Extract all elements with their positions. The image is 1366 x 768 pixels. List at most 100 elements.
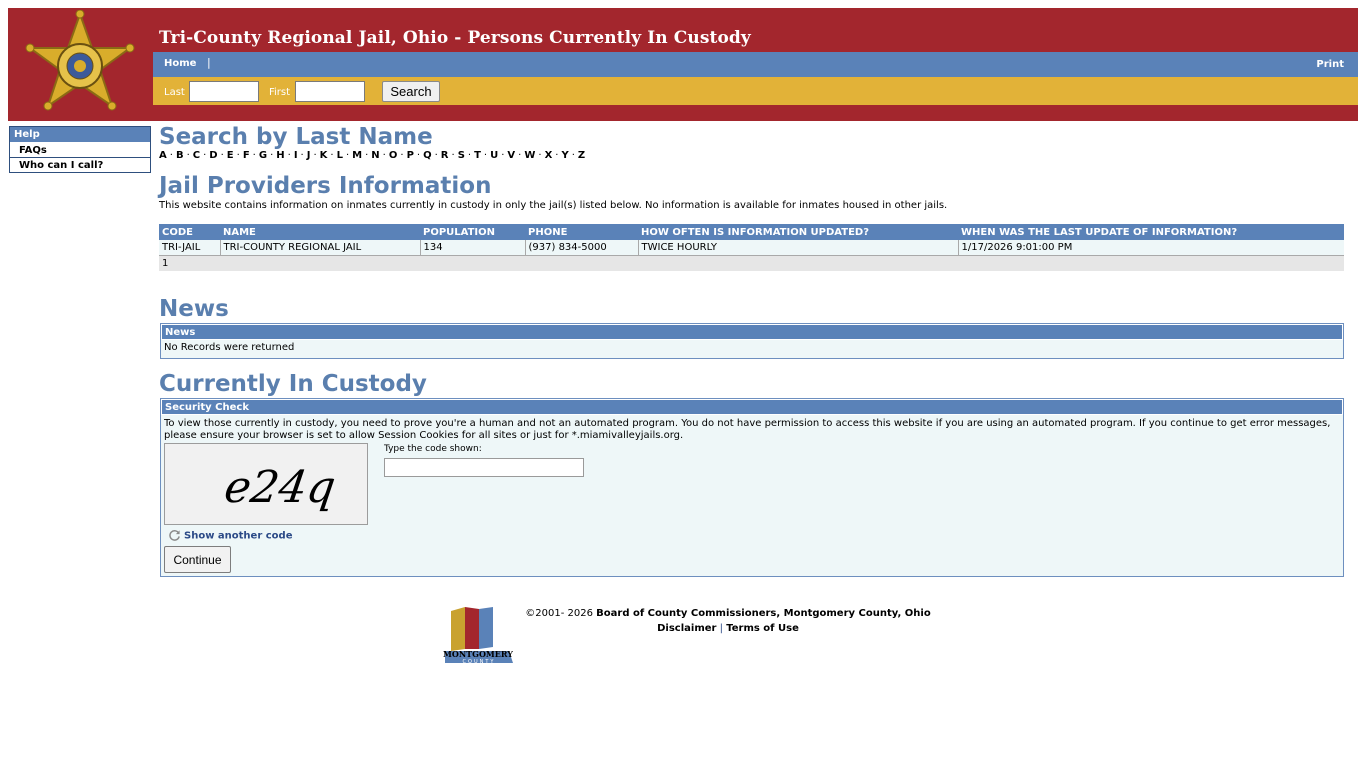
pager-page-number[interactable]: 1 <box>159 255 1344 271</box>
alphabet-link-d[interactable]: D <box>209 150 217 161</box>
alphabet-separator: · <box>220 150 224 161</box>
security-check-text: To view those currently in custody, you … <box>164 418 1331 441</box>
footer: ©2001- 2026 Board of County Commissioner… <box>518 606 938 636</box>
news-box: News No Records were returned <box>160 323 1344 359</box>
alphabet-separator: · <box>203 150 207 161</box>
table-row: TRI-JAIL TRI-COUNTY REGIONAL JAIL 134 (9… <box>159 240 1344 256</box>
table-cell: 1/17/2026 9:01:00 PM <box>958 240 1344 256</box>
montgomery-county-logo: MONTGOMERY COUNTY <box>443 607 513 665</box>
alphabet-link-u[interactable]: U <box>490 150 498 161</box>
first-name-input[interactable] <box>295 81 365 102</box>
captcha-image: e24q <box>164 443 368 525</box>
sidebar-item-faqs[interactable]: FAQs <box>10 142 150 157</box>
news-box-header: News <box>161 324 1343 340</box>
alphabet-link-m[interactable]: M <box>352 150 362 161</box>
show-another-code-label: Show another code <box>184 530 293 542</box>
table-cell: TRI-JAIL <box>159 240 221 256</box>
currently-in-custody-heading: Currently In Custody <box>159 371 427 397</box>
alphabet-index: A · B · C · D · E · F · G · H · I · J · K · L · M · N · O · P · Q · R · S · T ·… <box>159 150 585 161</box>
alphabet-separator: · <box>382 150 386 161</box>
jail-providers-heading: Jail Providers Information <box>159 173 492 199</box>
last-name-label: Last <box>164 87 185 98</box>
alphabet-link-z[interactable]: Z <box>578 150 585 161</box>
column-header: PHONE <box>525 224 638 240</box>
copyright-text: ©2001- 2026 <box>525 608 593 619</box>
table-pager-row: 1 <box>159 255 1344 271</box>
alphabet-link-f[interactable]: F <box>243 150 250 161</box>
terms-of-use-link[interactable]: Terms of Use <box>726 623 799 634</box>
column-header: NAME <box>220 224 420 240</box>
show-another-code-link[interactable]: Show another code <box>168 529 292 542</box>
alphabet-link-p[interactable]: P <box>407 150 414 161</box>
footer-separator: | <box>719 623 724 634</box>
alphabet-link-c[interactable]: C <box>193 150 200 161</box>
alphabet-link-b[interactable]: B <box>176 150 184 161</box>
site-header: Tri-County Regional Jail, Ohio - Persons… <box>8 8 1358 121</box>
alphabet-separator: · <box>571 150 575 161</box>
providers-description: This website contains information on inm… <box>159 200 948 211</box>
alphabet-link-r[interactable]: R <box>441 150 449 161</box>
alphabet-link-v[interactable]: V <box>507 150 515 161</box>
alphabet-separator: · <box>186 150 190 161</box>
alphabet-separator: · <box>313 150 317 161</box>
help-sidebar: Help FAQs Who can I call? <box>9 126 151 173</box>
alphabet-separator: · <box>416 150 421 161</box>
alphabet-separator: · <box>169 150 173 161</box>
alphabet-link-q[interactable]: Q <box>423 150 432 161</box>
alphabet-link-h[interactable]: H <box>276 150 284 161</box>
disclaimer-link[interactable]: Disclaimer <box>657 623 716 634</box>
alphabet-separator: · <box>345 150 350 161</box>
alphabet-link-n[interactable]: N <box>371 150 379 161</box>
alphabet-separator: · <box>518 150 522 161</box>
captcha-code-text: e24q <box>221 462 338 513</box>
security-check-header: Security Check <box>161 399 1343 415</box>
sidebar-heading: Help <box>10 127 150 142</box>
continue-button[interactable]: Continue <box>164 546 231 573</box>
alphabet-separator: · <box>365 150 369 161</box>
nav-separator: | <box>207 56 211 69</box>
alphabet-separator: · <box>236 150 240 161</box>
alphabet-separator: · <box>451 150 455 161</box>
captcha-input[interactable] <box>384 458 584 477</box>
alphabet-separator: · <box>434 150 438 161</box>
alphabet-link-y[interactable]: Y <box>561 150 568 161</box>
providers-table: CODE NAME POPULATION PHONE HOW OFTEN IS … <box>159 224 1344 271</box>
alphabet-link-i[interactable]: I <box>294 150 298 161</box>
logo-subtext: COUNTY <box>463 659 496 665</box>
alphabet-separator: · <box>300 150 304 161</box>
table-header-row: CODE NAME POPULATION PHONE HOW OFTEN IS … <box>159 224 1344 240</box>
captcha-input-label: Type the code shown: <box>384 444 482 454</box>
alphabet-separator: · <box>252 150 256 161</box>
table-cell: (937) 834-5000 <box>525 240 639 256</box>
alphabet-separator: · <box>538 150 542 161</box>
column-header: WHEN WAS THE LAST UPDATE OF INFORMATION? <box>958 224 1344 240</box>
alphabet-link-s[interactable]: S <box>458 150 465 161</box>
alphabet-link-w[interactable]: W <box>524 150 535 161</box>
refresh-icon <box>169 530 180 541</box>
column-header: HOW OFTEN IS INFORMATION UPDATED? <box>638 224 958 240</box>
table-cell: 134 <box>420 240 526 256</box>
first-name-label: First <box>269 87 291 98</box>
table-cell: TRI-COUNTY REGIONAL JAIL <box>220 240 421 256</box>
footer-owner: Board of County Commissioners, Montgomer… <box>596 608 931 619</box>
search-bar: Last First Search <box>153 77 1358 105</box>
logo-wordmark: MONTGOMERY <box>443 649 513 659</box>
alphabet-separator: · <box>467 150 472 161</box>
page-title: Tri-County Regional Jail, Ohio - Persons… <box>159 28 751 48</box>
home-link[interactable]: Home <box>164 58 196 69</box>
alphabet-link-g[interactable]: G <box>259 150 267 161</box>
alphabet-link-l[interactable]: L <box>337 150 343 161</box>
table-cell: TWICE HOURLY <box>638 240 959 256</box>
search-button[interactable]: Search <box>382 81 440 102</box>
last-name-input[interactable] <box>189 81 259 102</box>
alphabet-link-e[interactable]: E <box>227 150 234 161</box>
alphabet-link-a[interactable]: A <box>159 150 167 161</box>
alphabet-link-t[interactable]: T <box>474 150 481 161</box>
alphabet-separator: · <box>483 150 488 161</box>
news-empty-text: No Records were returned <box>164 342 295 353</box>
news-heading: News <box>159 296 229 322</box>
sidebar-item-who-can-i-call[interactable]: Who can I call? <box>10 157 150 172</box>
print-link[interactable]: Print <box>1316 59 1344 70</box>
nav-bar: Home | Print <box>153 52 1358 77</box>
column-header: CODE <box>159 224 220 240</box>
